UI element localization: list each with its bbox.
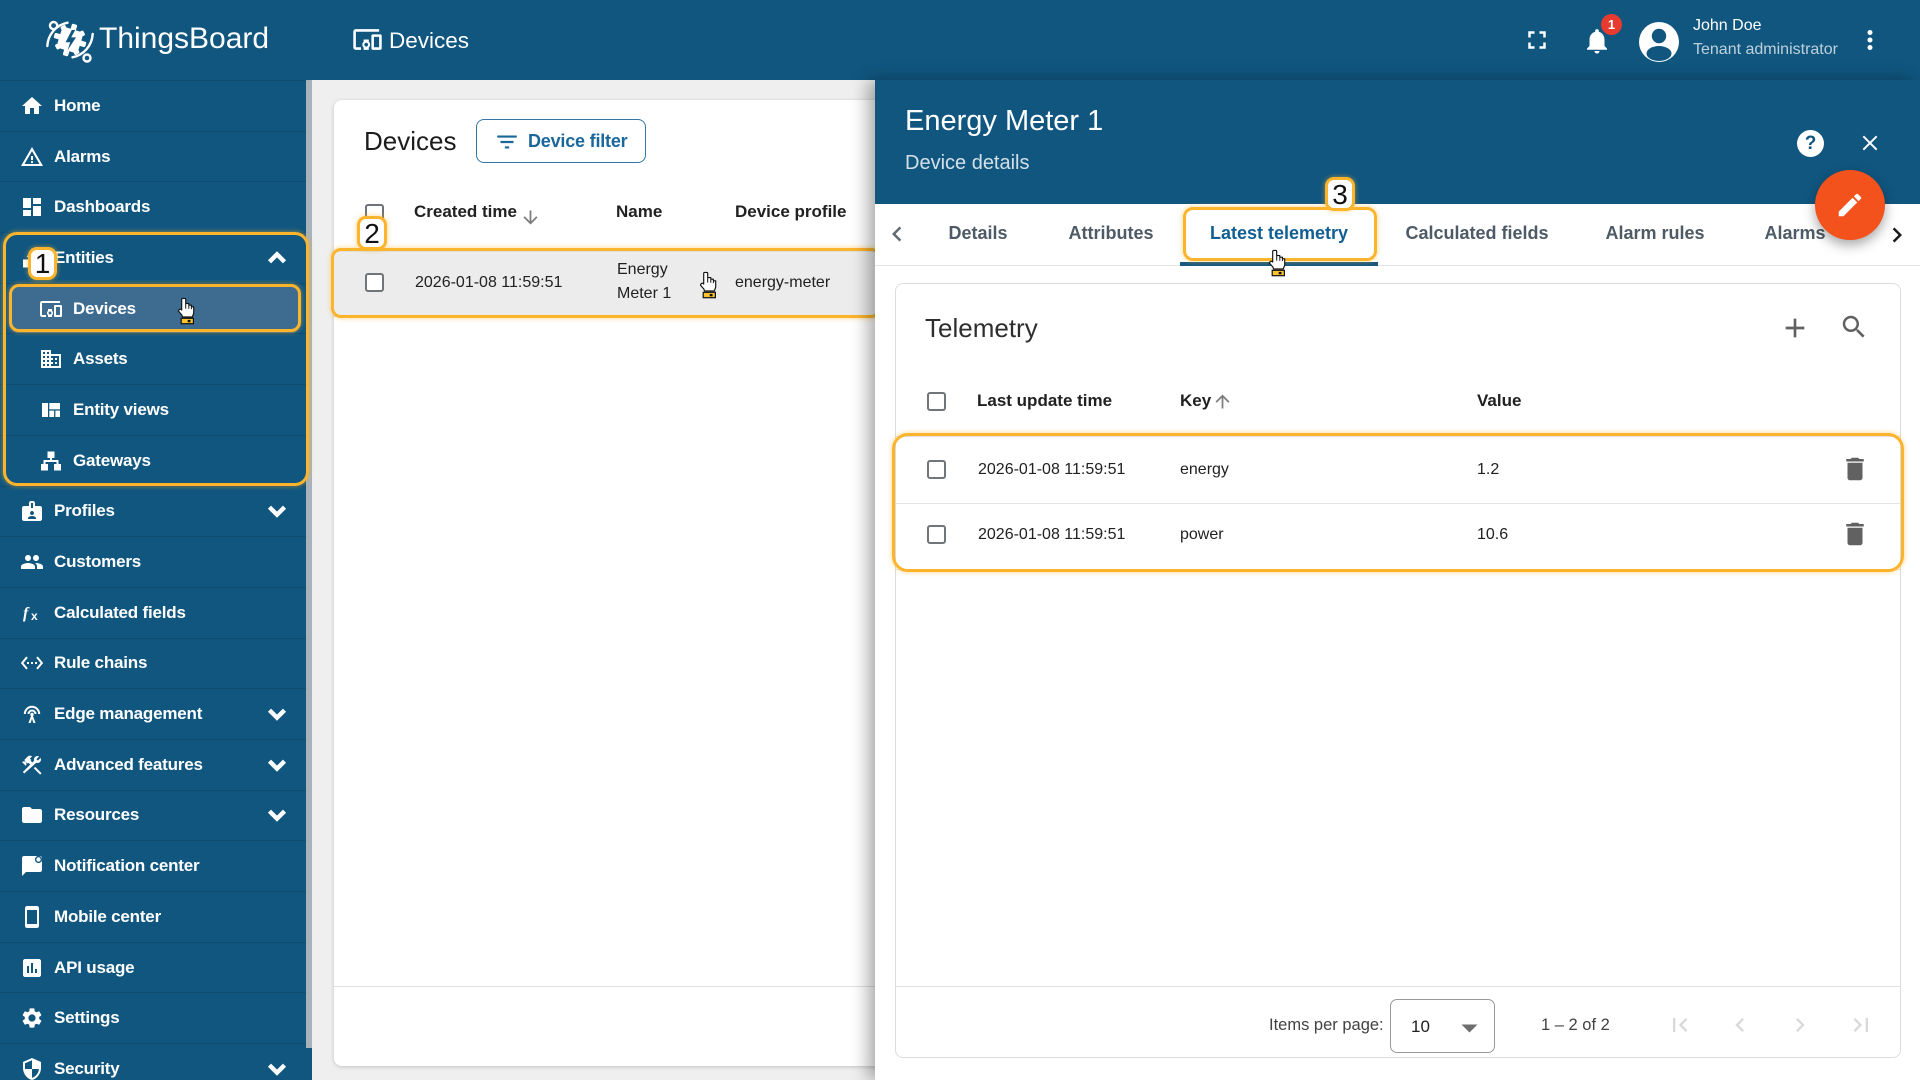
svg-text:x: x bbox=[31, 609, 38, 623]
svg-text:f: f bbox=[23, 605, 30, 622]
